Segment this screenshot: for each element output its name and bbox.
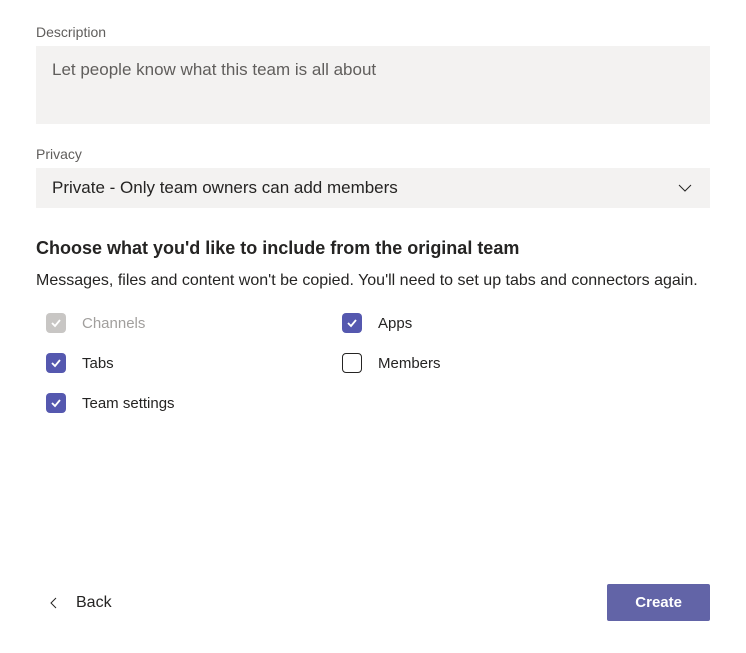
checkbox-tabs[interactable]: [46, 353, 66, 373]
checkbox-channels: [46, 313, 66, 333]
checkbox-item-apps[interactable]: Apps: [332, 313, 616, 333]
chevron-left-icon: [48, 597, 60, 609]
include-heading: Choose what you'd like to include from t…: [36, 238, 710, 259]
back-label: Back: [76, 594, 112, 612]
checkbox-label-channels: Channels: [82, 315, 145, 332]
description-input[interactable]: Let people know what this team is all ab…: [36, 46, 710, 124]
checkbox-label-tabs: Tabs: [82, 355, 114, 372]
checkbox-label-apps: Apps: [378, 315, 412, 332]
back-button[interactable]: Back: [36, 588, 112, 618]
privacy-label: Privacy: [36, 146, 710, 162]
checkbox-label-members: Members: [378, 355, 441, 372]
privacy-value: Private - Only team owners can add membe…: [52, 178, 398, 198]
description-placeholder: Let people know what this team is all ab…: [52, 60, 376, 79]
checkbox-label-teamsettings: Team settings: [82, 395, 175, 412]
privacy-select[interactable]: Private - Only team owners can add membe…: [36, 168, 710, 208]
include-subtext: Messages, files and content won't be cop…: [36, 269, 710, 293]
checkbox-members[interactable]: [342, 353, 362, 373]
create-button[interactable]: Create: [607, 584, 710, 621]
checkbox-item-tabs[interactable]: Tabs: [36, 353, 320, 373]
footer: Back Create: [36, 584, 710, 621]
checkbox-item-members[interactable]: Members: [332, 353, 616, 373]
description-label: Description: [36, 24, 710, 40]
chevron-down-icon: [676, 179, 694, 197]
checkbox-item-teamsettings[interactable]: Team settings: [36, 393, 320, 413]
checkbox-teamsettings[interactable]: [46, 393, 66, 413]
checkbox-grid: Channels Apps Tabs Members Team settings: [36, 313, 616, 413]
checkbox-item-channels: Channels: [36, 313, 320, 333]
checkbox-apps[interactable]: [342, 313, 362, 333]
